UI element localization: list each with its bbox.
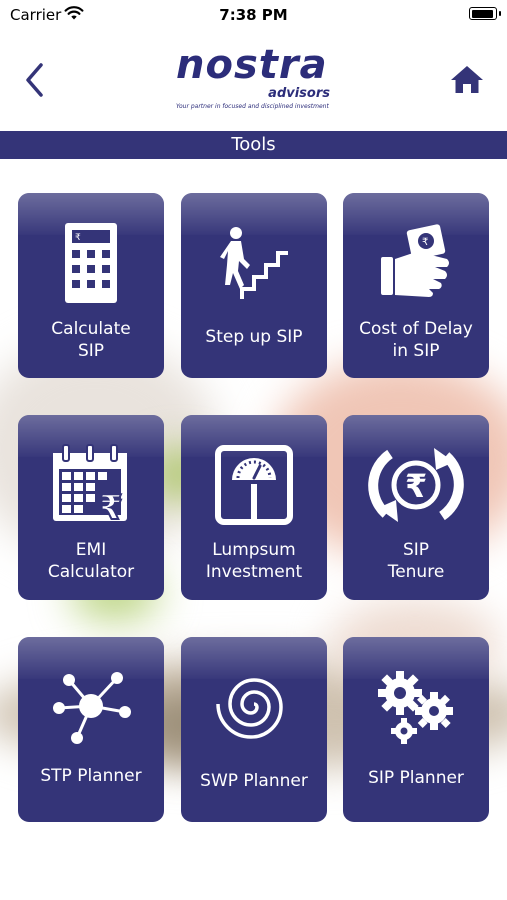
tool-label: SIP Tenure xyxy=(387,540,445,582)
status-bar: Carrier 7:38 PM xyxy=(0,0,507,30)
home-icon xyxy=(451,66,483,93)
svg-text:₹: ₹ xyxy=(75,233,81,243)
svg-text:₹: ₹ xyxy=(405,467,427,505)
tool-label: Lumpsum Investment xyxy=(205,540,303,582)
tool-stp-planner[interactable]: STP Planner xyxy=(18,637,164,822)
svg-text:₹: ₹ xyxy=(99,488,123,527)
back-button[interactable] xyxy=(20,60,50,100)
rupee-cycle-icon: ₹ xyxy=(368,448,464,522)
logo-brand: nostra xyxy=(176,42,328,88)
tool-label: STP Planner xyxy=(40,766,142,786)
tool-lumpsum-investment[interactable]: Lumpsum Investment xyxy=(181,415,327,600)
tool-sip-tenure[interactable]: ₹ SIP Tenure xyxy=(343,415,489,600)
calculator-icon: ₹ xyxy=(65,223,117,303)
logo-sub: advisors xyxy=(268,86,330,101)
tool-calculate-sip[interactable]: ₹ Calculate SIP xyxy=(18,193,164,378)
weighing-scale-icon xyxy=(215,445,293,525)
clock: 7:38 PM xyxy=(219,6,288,24)
spiral-icon xyxy=(216,678,283,739)
chevron-left-icon xyxy=(26,63,43,97)
hand-money-icon: ₹ xyxy=(381,224,449,297)
tool-label: SIP Planner xyxy=(368,768,464,788)
page-title: Tools xyxy=(0,131,507,159)
tool-label: Cost of Delay in SIP xyxy=(359,319,473,361)
tool-label: EMI Calculator xyxy=(47,540,135,582)
tool-step-up-sip[interactable]: Step up SIP xyxy=(181,193,327,378)
nav-header: nostra advisors Your partner in focused … xyxy=(0,30,507,130)
battery-icon xyxy=(469,7,501,20)
network-hub-icon xyxy=(53,672,131,744)
tool-sip-planner[interactable]: SIP Planner xyxy=(343,637,489,822)
tool-label: Calculate SIP xyxy=(51,319,131,361)
logo-tagline: Your partner in focused and disciplined … xyxy=(176,103,329,110)
svg-text:₹: ₹ xyxy=(422,237,428,248)
tool-cost-of-delay[interactable]: ₹ Cost of Delay in SIP xyxy=(343,193,489,378)
stairs-climb-icon xyxy=(220,227,288,299)
tool-label: Step up SIP xyxy=(205,327,303,347)
tool-label: SWP Planner xyxy=(200,771,308,791)
gears-icon xyxy=(378,671,453,744)
calendar-rupee-icon: ₹ xyxy=(53,444,127,527)
tool-emi-calculator[interactable]: ₹ EMI Calculator xyxy=(18,415,164,600)
nostra-logo: nostra advisors Your partner in focused … xyxy=(170,42,340,112)
home-button[interactable] xyxy=(449,62,485,98)
tool-swp-planner[interactable]: SWP Planner xyxy=(181,637,327,822)
